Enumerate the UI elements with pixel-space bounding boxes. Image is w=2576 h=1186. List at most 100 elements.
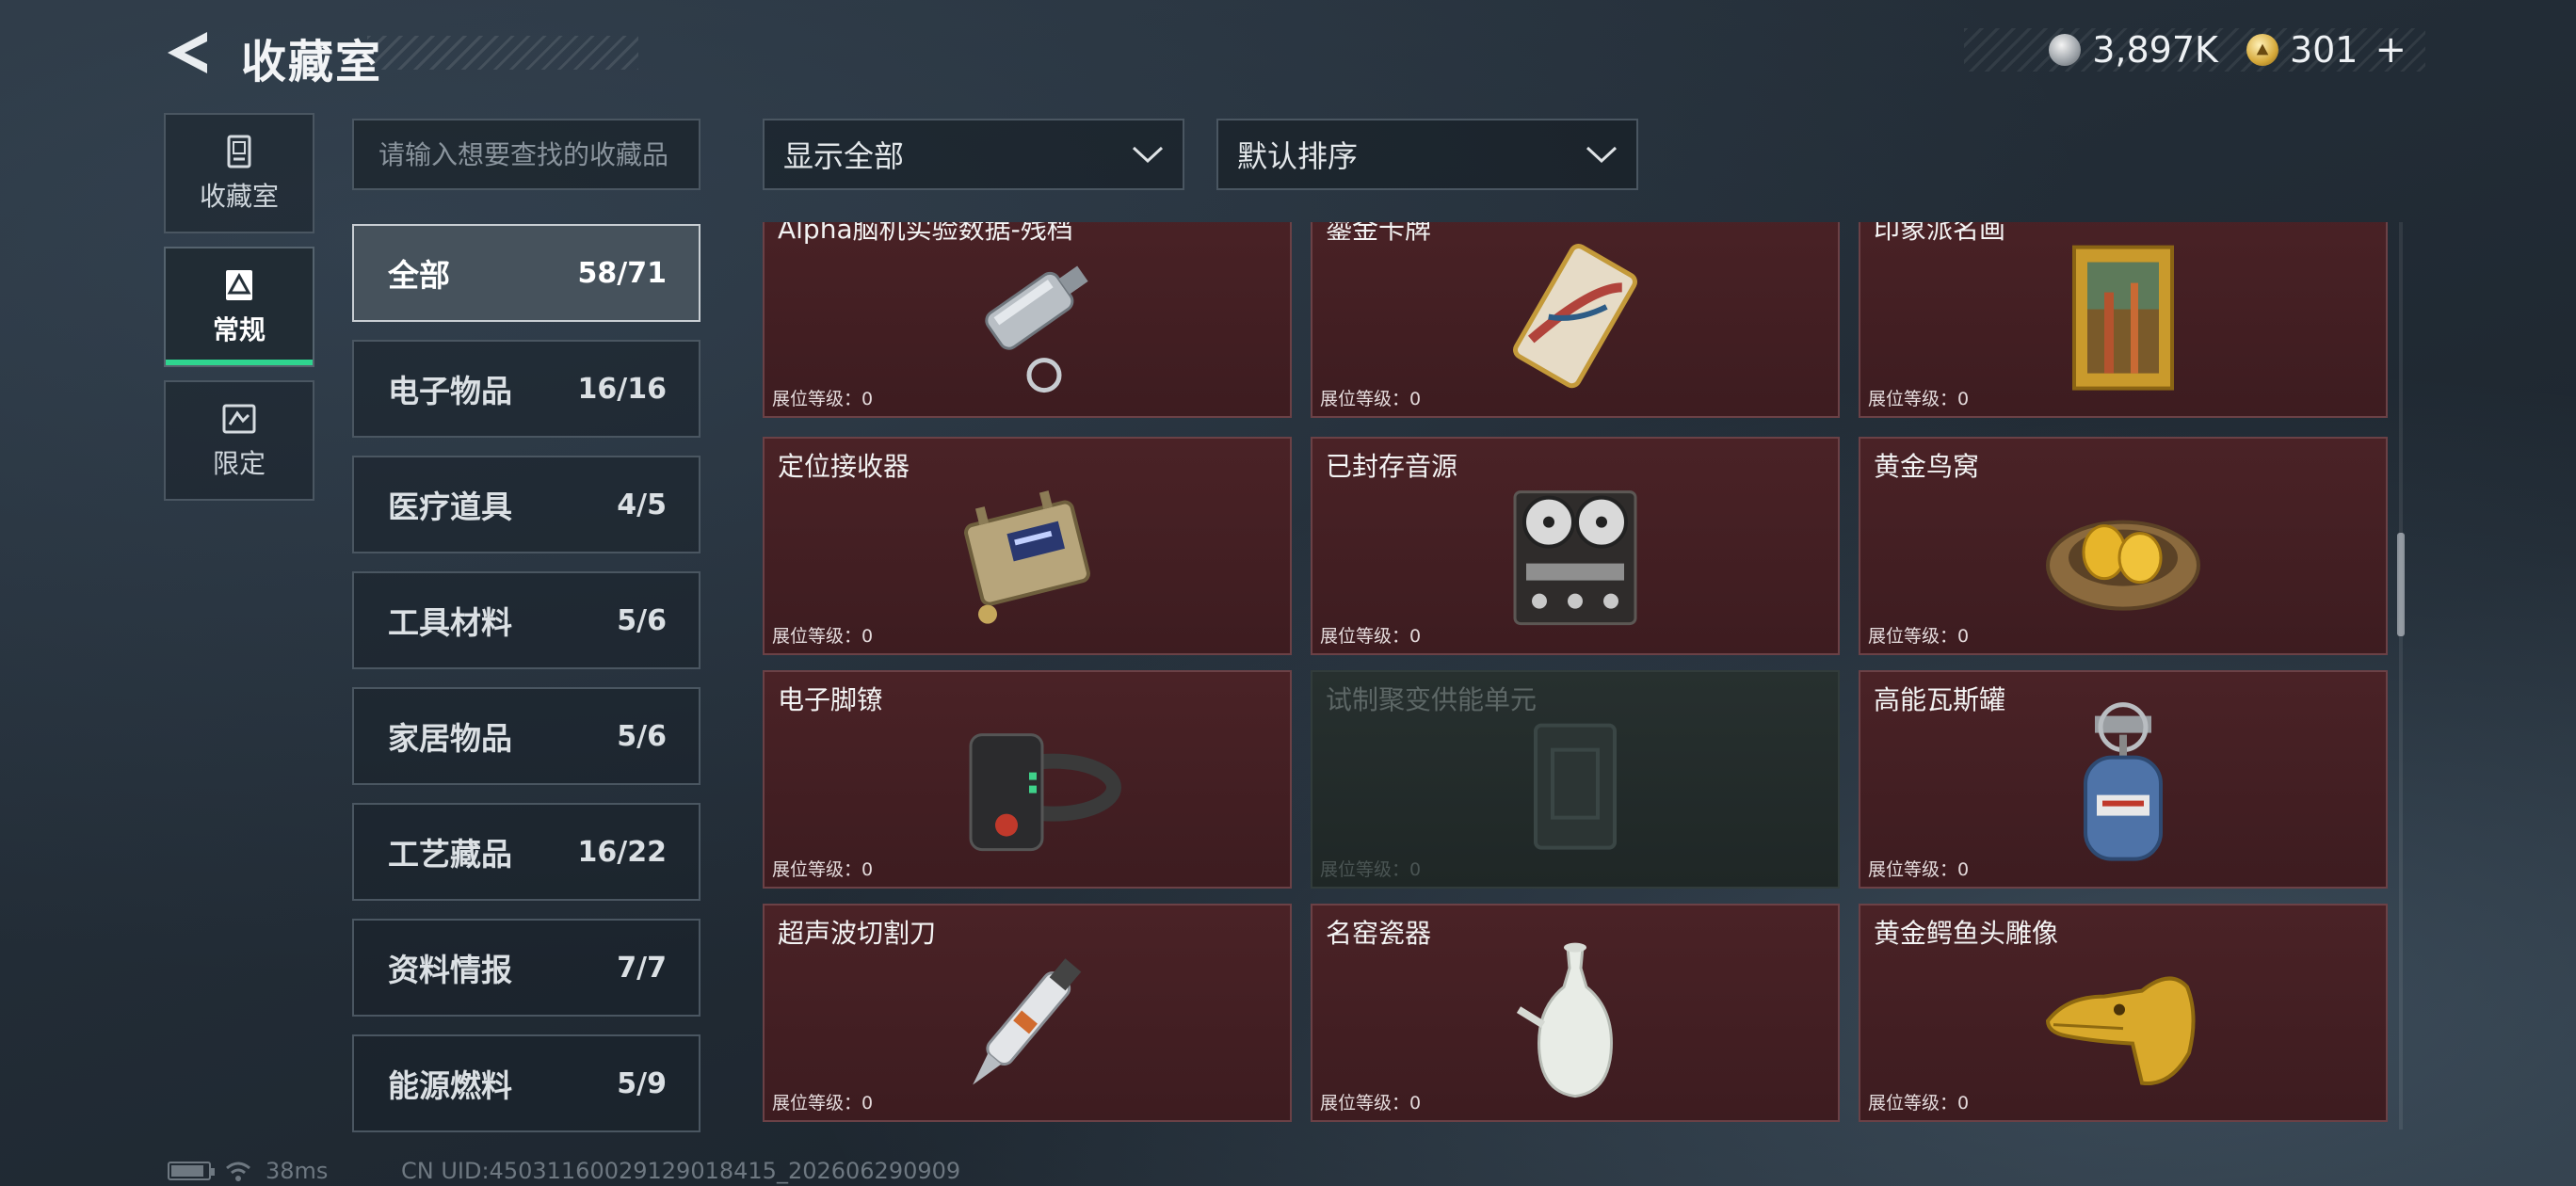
item-card[interactable]: 电子脚镣 展位等级：0 <box>763 670 1292 889</box>
item-card[interactable]: 名窑瓷器 展位等级：0 <box>1311 904 1840 1122</box>
search-input[interactable] <box>352 119 700 190</box>
grid-scrollbar-thumb[interactable] <box>2397 533 2405 636</box>
display-filter-dropdown[interactable]: 显示全部 <box>763 119 1184 190</box>
item-card-locked[interactable]: 试制聚变供能单元 展位等级：0 <box>1311 670 1840 889</box>
item-name: 名窑瓷器 <box>1326 918 1432 949</box>
back-button[interactable] <box>162 26 215 79</box>
limited-card-icon <box>222 404 256 434</box>
item-card[interactable]: 高能瓦斯罐 展位等级：0 <box>1859 670 2388 889</box>
category-intel[interactable]: 资料情报 7/7 <box>352 919 700 1017</box>
category-count: 4/5 <box>617 488 667 521</box>
category-medical[interactable]: 医疗道具 4/5 <box>352 456 700 553</box>
flash-drive-icon <box>933 227 1121 406</box>
category-count: 16/22 <box>577 835 667 869</box>
back-arrow-icon <box>168 32 207 73</box>
sort-dropdown[interactable]: 默认排序 <box>1216 119 1638 190</box>
booth-level: 展位等级：0 <box>1868 389 1970 409</box>
display-filter-label: 显示全部 <box>783 138 905 174</box>
booth-level: 展位等级：0 <box>772 389 874 409</box>
booth-level: 展位等级：0 <box>1320 626 1422 647</box>
ping-value: 38ms <box>266 1158 329 1184</box>
category-tools[interactable]: 工具材料 5/6 <box>352 571 700 669</box>
category-electronics[interactable]: 电子物品 16/16 <box>352 340 700 438</box>
tab-regular[interactable]: 常规 <box>164 247 314 367</box>
booth-level: 展位等级：0 <box>1868 1093 1970 1114</box>
tab-label: 限定 <box>212 448 266 479</box>
category-fuel[interactable]: 能源燃料 5/9 <box>352 1034 700 1132</box>
item-name: 超声波切割刀 <box>778 918 937 949</box>
category-count: 58/71 <box>577 256 667 290</box>
grid-scrollbar-track[interactable] <box>2399 222 2403 1130</box>
booth-level: 展位等级：0 <box>772 626 874 647</box>
golden-nest-icon <box>2029 464 2217 643</box>
category-count: 16/16 <box>577 372 667 406</box>
user-uid: CN UID:450311600291290184​15_20260629090… <box>401 1158 961 1184</box>
archive-box-icon <box>227 135 251 168</box>
item-card[interactable]: 已封存音源 展位等级：0 <box>1311 437 1840 655</box>
category-all[interactable]: 全部 58/71 <box>352 224 700 322</box>
category-name: 资料情报 <box>388 952 512 988</box>
item-card[interactable]: Alpha脑机实验数据-残档 展位等级：0 <box>763 222 1292 418</box>
booth-level: 展位等级：0 <box>1868 626 1970 647</box>
reel-to-reel-recorder-icon <box>1481 464 1669 643</box>
category-count: 5/6 <box>617 603 667 637</box>
booth-level: 展位等级：0 <box>1320 389 1422 409</box>
item-name: 已封存音源 <box>1326 451 1458 482</box>
booth-level: 展位等级：0 <box>1868 859 1970 880</box>
category-name: 能源燃料 <box>388 1067 512 1104</box>
item-card[interactable]: 定位接收器 展位等级：0 <box>763 437 1292 655</box>
porcelain-vase-icon <box>1481 931 1669 1110</box>
fusion-cell-icon <box>1481 697 1669 876</box>
battery-icon <box>168 1162 215 1180</box>
item-card[interactable]: 黄金鳄鱼头雕像 展位等级：0 <box>1859 904 2388 1122</box>
add-currency-button[interactable]: + <box>2375 28 2407 72</box>
tab-limited[interactable]: 限定 <box>164 380 314 501</box>
category-name: 全部 <box>388 257 450 294</box>
item-name: 黄金鸟窝 <box>1874 451 1980 482</box>
tab-label: 常规 <box>212 314 266 345</box>
status-bar: 38ms <box>168 1158 328 1184</box>
gilded-card-icon <box>1481 227 1669 406</box>
gps-receiver-icon <box>933 464 1121 643</box>
silver-amount: 3,897K <box>2092 29 2218 71</box>
category-count: 7/7 <box>617 951 667 985</box>
category-count: 5/6 <box>617 719 667 753</box>
booth-level: 展位等级：0 <box>1320 859 1422 880</box>
category-name: 家居物品 <box>388 720 512 757</box>
sort-label: 默认排序 <box>1237 138 1359 174</box>
ultrasonic-cutter-icon <box>933 931 1121 1110</box>
item-card[interactable]: 鎏金卡牌 展位等级：0 <box>1311 222 1840 418</box>
item-name: 鎏金卡牌 <box>1326 222 1432 245</box>
category-crafts[interactable]: 工艺藏品 16/22 <box>352 803 700 901</box>
category-count: 5/9 <box>617 1066 667 1100</box>
framed-painting-icon <box>2029 227 2217 406</box>
booth-level: 展位等级：0 <box>1320 1093 1422 1114</box>
category-household[interactable]: 家居物品 5/6 <box>352 687 700 785</box>
chevron-down-icon <box>1586 146 1618 164</box>
item-card[interactable]: 黄金鸟窝 展位等级：0 <box>1859 437 2388 655</box>
item-card[interactable]: 印象派名画 展位等级：0 <box>1859 222 2388 418</box>
item-name: 定位接收器 <box>778 451 910 482</box>
item-card[interactable]: 超声波切割刀 展位等级：0 <box>763 904 1292 1122</box>
item-name: 印象派名画 <box>1874 222 2006 245</box>
tab-label: 收藏室 <box>199 181 279 212</box>
gas-canister-icon <box>2029 697 2217 876</box>
category-name: 电子物品 <box>388 373 512 409</box>
category-name: 医疗道具 <box>388 489 512 525</box>
collection-grid[interactable]: Alpha脑机实验数据-残档 展位等级：0 鎏金卡牌 展位等级：0 印象派名画 … <box>763 222 2393 1130</box>
document-triangle-icon <box>226 270 252 300</box>
booth-level: 展位等级：0 <box>772 1093 874 1114</box>
currency-bar: 3,897K 301 + <box>1964 28 2425 72</box>
tab-collection-room[interactable]: 收藏室 <box>164 113 314 233</box>
gold-coin-icon <box>2246 34 2278 66</box>
item-name: 电子脚镣 <box>778 684 884 715</box>
title-decoration <box>367 36 638 70</box>
silver-coin-icon <box>2049 34 2082 66</box>
category-name: 工艺藏品 <box>388 836 512 873</box>
item-name: 高能瓦斯罐 <box>1874 684 2006 715</box>
booth-level: 展位等级：0 <box>772 859 874 880</box>
golden-crocodile-statue-icon <box>2029 931 2217 1110</box>
gold-amount: 301 <box>2289 29 2359 71</box>
chevron-down-icon <box>1132 146 1164 164</box>
ankle-monitor-icon <box>933 697 1121 876</box>
